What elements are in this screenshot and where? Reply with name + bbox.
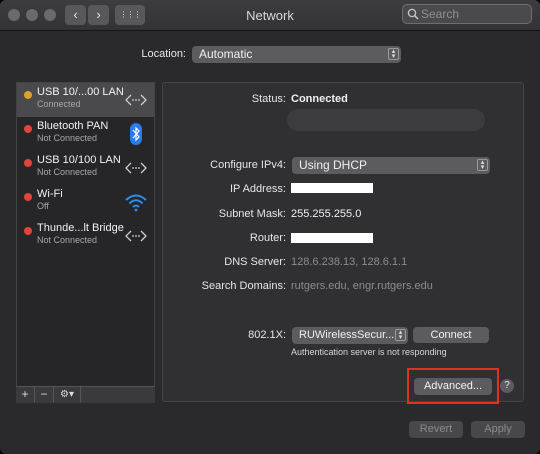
service-name: Thunde...lt Bridge <box>37 222 124 234</box>
advanced-highlight-box <box>407 368 499 404</box>
search-icon <box>407 8 419 20</box>
service-name: Wi-Fi <box>37 188 63 200</box>
add-service-button[interactable]: + <box>16 387 35 403</box>
wifi-icon <box>125 194 147 212</box>
service-status: Not Connected <box>37 167 98 177</box>
popup-arrows-icon: ▴ ▾ <box>388 48 399 60</box>
help-button[interactable]: ? <box>500 379 514 393</box>
status-dot <box>24 159 32 167</box>
service-name: Bluetooth PAN <box>37 120 109 132</box>
router-redacted <box>291 233 373 243</box>
status-label: Status: <box>251 93 286 105</box>
revert-button[interactable]: Revert <box>409 421 463 438</box>
status-dot <box>24 91 32 99</box>
gear-icon: ⚙▾ <box>60 389 74 400</box>
search-domains-value: rutgers.edu, engr.rutgers.edu <box>291 280 433 292</box>
dns-server-label: DNS Server: <box>224 256 286 268</box>
service-item-usb-100-lan[interactable]: USB 10/100 LAN Not Connected <box>17 151 154 185</box>
status-dot <box>24 125 32 133</box>
configure-ipv4-label: Configure IPv4: <box>210 159 286 171</box>
dot1x-profile-popup[interactable]: RUWirelessSecur... ▴ ▾ <box>292 327 408 344</box>
ethernet-arrows-icon <box>125 94 147 106</box>
status-dot <box>24 193 32 201</box>
ip-address-redacted <box>291 183 373 193</box>
search-domains-label: Search Domains: <box>201 280 286 292</box>
service-name: USB 10/...00 LAN <box>37 86 124 98</box>
subnet-mask-label: Subnet Mask: <box>218 208 286 220</box>
location-popup[interactable]: Automatic ▴ ▾ <box>192 46 401 63</box>
service-status: Not Connected <box>37 235 98 245</box>
ethernet-arrows-icon <box>125 230 147 242</box>
dot1x-label: 802.1X: <box>248 329 286 341</box>
service-list: USB 10/...00 LAN Connected Bluetooth PAN… <box>16 82 155 402</box>
service-item-bluetooth-pan[interactable]: Bluetooth PAN Not Connected <box>17 117 154 151</box>
configure-ipv4-popup[interactable]: Using DHCP ▴ ▾ <box>292 157 490 174</box>
service-list-toolbar: + − ⚙▾ <box>16 386 155 403</box>
service-item-thunderbolt-bridge[interactable]: Thunde...lt Bridge Not Connected <box>17 219 154 253</box>
ip-address-label: IP Address: <box>229 183 286 195</box>
popup-arrows-icon: ▴ ▾ <box>395 329 406 341</box>
router-label: Router: <box>249 232 286 244</box>
subnet-mask-value: 255.255.255.0 <box>291 208 362 220</box>
action-menu-button[interactable]: ⚙▾ <box>54 387 81 403</box>
location-value: Automatic <box>199 47 253 61</box>
search-field[interactable] <box>402 4 532 24</box>
dot1x-profile-value: RUWirelessSecur... <box>299 329 395 341</box>
ethernet-arrows-icon <box>125 162 147 174</box>
service-status: Off <box>37 201 49 211</box>
apply-button[interactable]: Apply <box>471 421 525 438</box>
connect-button[interactable]: Connect <box>413 327 489 343</box>
auth-status-message: Authentication server is not responding <box>291 347 447 357</box>
bluetooth-icon <box>130 123 142 145</box>
network-preferences-window: ‹ › ⋮⋮⋮ Network Location: Automatic ▴▾ U… <box>0 0 540 454</box>
status-dot <box>24 227 32 235</box>
service-status: Connected <box>37 99 81 109</box>
status-description-area <box>287 109 485 131</box>
service-status: Not Connected <box>37 133 98 143</box>
service-item-usb-lan-connected[interactable]: USB 10/...00 LAN Connected <box>17 83 154 117</box>
title-bar: ‹ › ⋮⋮⋮ Network <box>0 0 540 31</box>
popup-arrows-icon: ▴ ▾ <box>477 159 488 171</box>
status-value: Connected <box>291 93 348 105</box>
dns-server-value: 128.6.238.13, 128.6.1.1 <box>291 256 408 268</box>
remove-service-button[interactable]: − <box>35 387 54 403</box>
location-label: Location: <box>141 48 186 60</box>
service-name: USB 10/100 LAN <box>37 154 121 166</box>
service-item-wifi[interactable]: Wi-Fi Off <box>17 185 154 219</box>
configure-ipv4-value: Using DHCP <box>299 158 368 172</box>
search-input[interactable] <box>421 6 525 22</box>
